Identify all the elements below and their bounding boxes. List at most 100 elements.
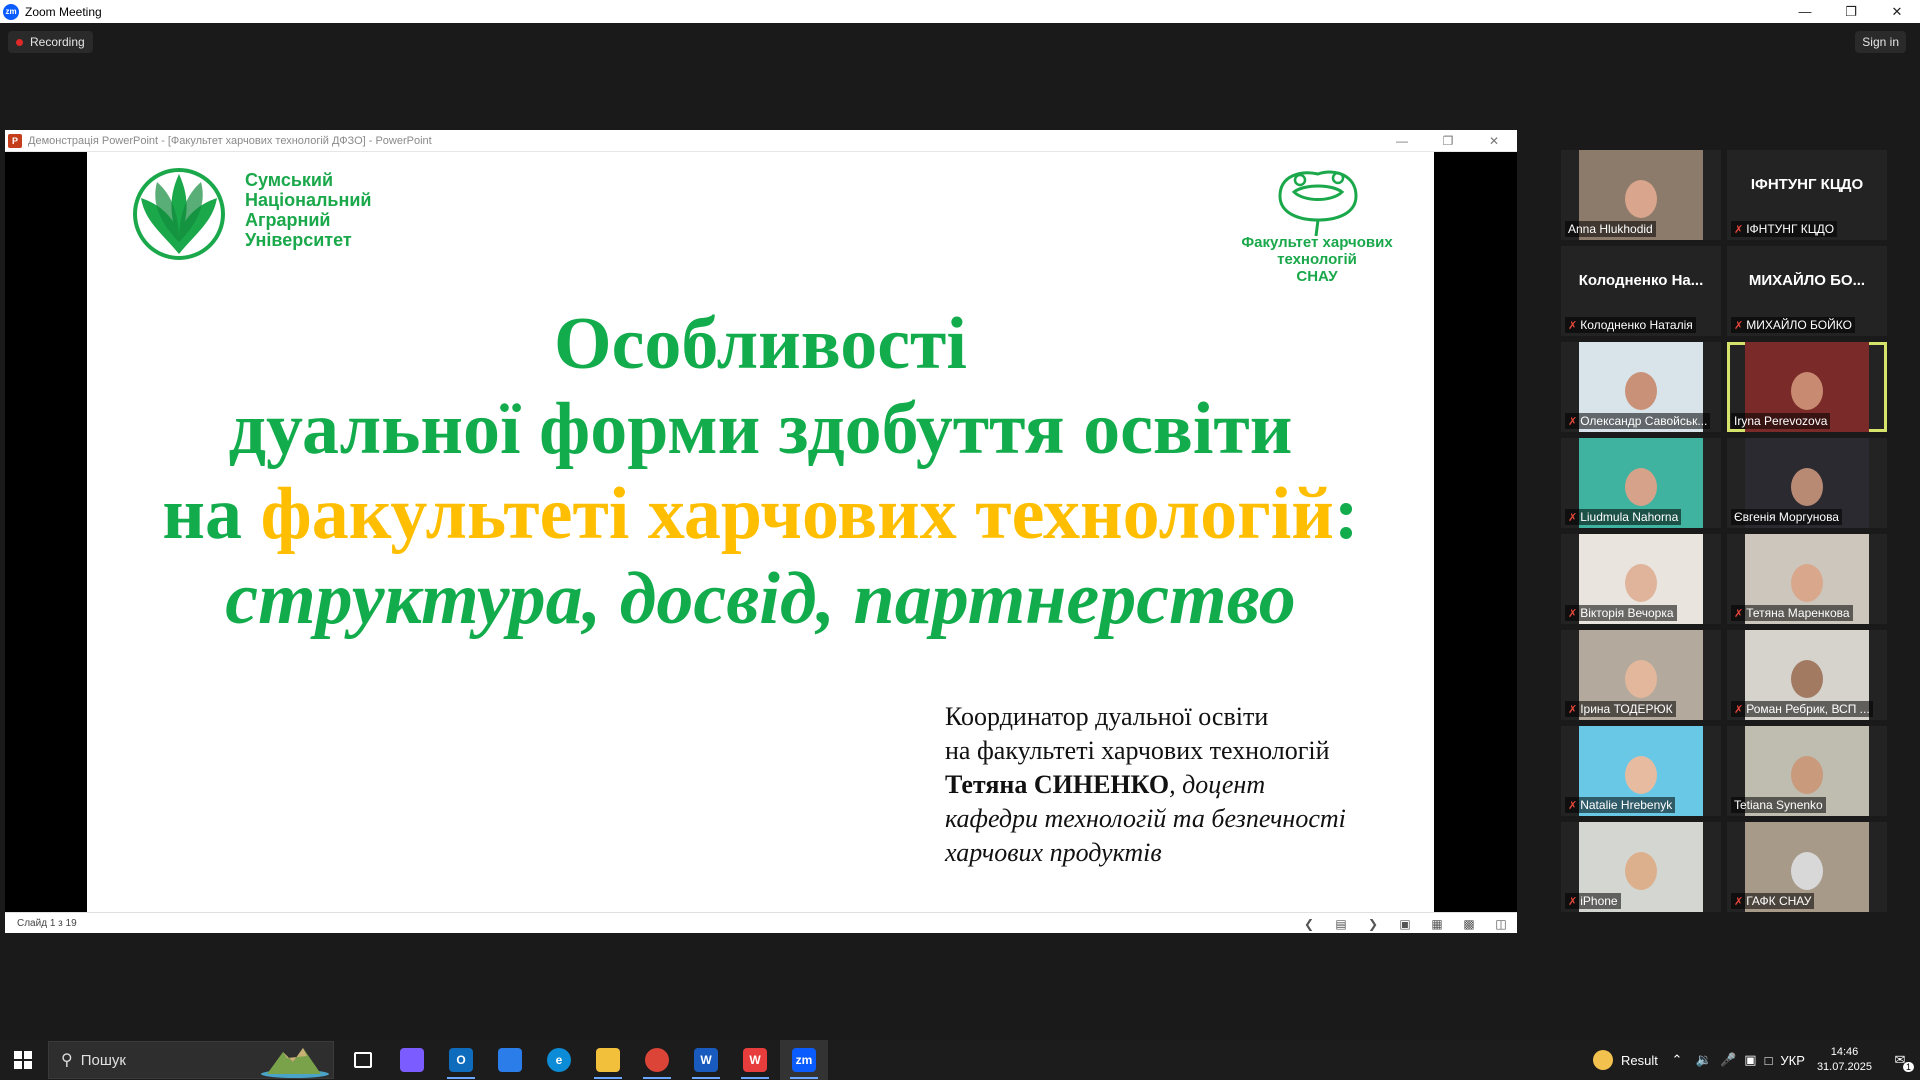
slide: Сумський Національний Аграрний Університ… xyxy=(87,152,1434,912)
ppt-statusbar: Слайд 1 з 19 ❮ ▤ ❯ ▣ ▦ ▩ ◫ xyxy=(5,912,1517,933)
participant-label: ✗ Вікторія Вечорка xyxy=(1565,605,1677,621)
store-icon xyxy=(498,1048,522,1072)
meet-icon[interactable]: ▣ xyxy=(1740,1040,1760,1080)
taskbar-copilot-button[interactable] xyxy=(388,1040,436,1080)
chrome-icon xyxy=(645,1048,669,1072)
previous-slide-icon[interactable]: ❮ xyxy=(1293,913,1325,934)
participant-label: Tetiana Synenko xyxy=(1731,797,1826,813)
mic-muted-icon: ✗ xyxy=(1734,607,1744,620)
participant-face xyxy=(1625,660,1657,698)
volume-icon[interactable]: 🔉 xyxy=(1692,1040,1716,1080)
ppt-restore-button[interactable]: ❐ xyxy=(1425,130,1471,152)
clock[interactable]: 14:46 31.07.2025 xyxy=(1809,1045,1880,1075)
taskbar-explorer-button[interactable] xyxy=(584,1040,632,1080)
search-input[interactable] xyxy=(80,1051,241,1069)
slide-counter: Слайд 1 з 19 xyxy=(17,917,77,929)
language-indicator[interactable]: УКР xyxy=(1776,1040,1809,1080)
participant-tile[interactable]: ІФНТУНГ КЦДО ✗ ІФНТУНГ КЦДО xyxy=(1727,150,1887,240)
taskbar-chrome-button[interactable] xyxy=(633,1040,681,1080)
participant-label: ✗ Тетяна Маренкова xyxy=(1731,605,1853,621)
ppt-close-button[interactable]: ✕ xyxy=(1471,130,1517,152)
restore-button[interactable]: ❐ xyxy=(1828,0,1874,23)
participant-name: Ірина ТОДЕРЮК xyxy=(1580,702,1673,716)
recording-indicator[interactable]: Recording xyxy=(8,31,93,53)
participant-name: Natalie Hrebenyk xyxy=(1580,798,1673,812)
network-icon[interactable]: □ xyxy=(1761,1040,1777,1080)
participant-tile[interactable]: ✗ ГАФК СНАУ xyxy=(1727,822,1887,912)
participant-name: Колодненко Наталія xyxy=(1580,318,1693,332)
next-slide-icon[interactable]: ❯ xyxy=(1357,913,1389,934)
sign-in-button[interactable]: Sign in xyxy=(1855,31,1906,53)
show-hidden-icons[interactable]: ⌃ xyxy=(1662,1040,1692,1080)
zoom-logo-icon: zm xyxy=(3,3,19,20)
zoom-app: zm Zoom Meeting — ❐ ✕ Recording Sign in … xyxy=(0,0,1920,1080)
slide-menu-icon[interactable]: ▤ xyxy=(1325,913,1357,934)
participant-name: Anna Hlukhodid xyxy=(1568,222,1653,236)
university-name: Сумський Національний Аграрний Університ… xyxy=(245,170,372,250)
participant-label: ✗ ГАФК СНАУ xyxy=(1731,893,1815,909)
participant-tile[interactable]: Tetiana Synenko xyxy=(1727,726,1887,816)
participant-tile[interactable]: ✗ Тетяна Маренкова xyxy=(1727,534,1887,624)
mic-muted-icon: ✗ xyxy=(1568,415,1578,428)
recording-dot-icon xyxy=(16,38,23,46)
participant-tile[interactable]: ✗ Natalie Hrebenyk xyxy=(1561,726,1721,816)
start-button[interactable] xyxy=(0,1040,46,1080)
participant-face xyxy=(1791,564,1823,602)
participant-label: Iryna Perevozova xyxy=(1731,413,1831,429)
participant-tile[interactable]: Anna Hlukhodid xyxy=(1561,150,1721,240)
microphone-icon[interactable]: 🎤 xyxy=(1716,1040,1740,1080)
participant-label: ✗ ІФНТУНГ КЦДО xyxy=(1731,221,1838,237)
participant-label: ✗ iPhone xyxy=(1565,893,1621,909)
participant-label: Євгенія Моргунова xyxy=(1731,509,1842,525)
participant-face xyxy=(1625,756,1657,794)
participant-name: ІФНТУНГ КЦДО xyxy=(1746,222,1835,236)
mic-muted-icon: ✗ xyxy=(1734,895,1744,908)
system-tray: Result ⌃ 🔉 🎤 ▣ □ УКР 14:46 31.07.2025 ✉ 1 xyxy=(1589,1040,1920,1080)
taskbar-store-button[interactable] xyxy=(486,1040,534,1080)
taskbar-search[interactable]: ⚲ xyxy=(48,1041,334,1079)
word-icon: W xyxy=(694,1048,718,1072)
taskbar-wps-button[interactable]: W xyxy=(731,1040,779,1080)
minimize-button[interactable]: — xyxy=(1782,0,1828,23)
mic-muted-icon: ✗ xyxy=(1568,511,1578,524)
participant-tile[interactable]: Iryna Perevozova xyxy=(1727,342,1887,432)
participant-label: ✗ Ірина ТОДЕРЮК xyxy=(1565,701,1676,717)
ppt-minimize-button[interactable]: — xyxy=(1379,130,1425,152)
taskbar-edge-button[interactable]: e xyxy=(535,1040,583,1080)
taskbar-task-view-button[interactable] xyxy=(339,1040,387,1080)
participant-tile[interactable]: МИХАЙЛО БО... ✗ МИХАЙЛО БОЙКО xyxy=(1727,246,1887,336)
participant-face xyxy=(1791,468,1823,506)
copilot-icon xyxy=(400,1048,424,1072)
participant-label: ✗ Колодненко Наталія xyxy=(1565,317,1696,333)
participant-label: ✗ Роман Ребрик, ВСП ... xyxy=(1731,701,1873,717)
coordinator-info: Координатор дуальної освіти на факультет… xyxy=(945,702,1346,867)
participant-tile[interactable]: ✗ Олександр Савойськ... xyxy=(1561,342,1721,432)
participant-tile[interactable]: ✗ Ірина ТОДЕРЮК xyxy=(1561,630,1721,720)
slide-sorter-icon[interactable]: ▦ xyxy=(1421,913,1453,934)
participant-tile[interactable]: ✗ iPhone xyxy=(1561,822,1721,912)
participant-face xyxy=(1791,372,1823,410)
faculty-name: Факультет харчових технологій СНАУ xyxy=(1241,234,1393,285)
reading-view-icon[interactable]: ▩ xyxy=(1453,913,1485,934)
participant-label: ✗ Олександр Савойськ... xyxy=(1565,413,1711,429)
weather-widget[interactable]: Result xyxy=(1589,1040,1662,1080)
taskbar-outlook-button[interactable]: O xyxy=(437,1040,485,1080)
wps-icon: W xyxy=(743,1048,767,1072)
slideshow-icon[interactable]: ◫ xyxy=(1485,913,1517,934)
recording-label: Recording xyxy=(30,35,85,49)
participant-name-display: Колодненко На... xyxy=(1578,272,1704,289)
notifications-icon[interactable]: ✉ 1 xyxy=(1880,1040,1920,1080)
participant-tile[interactable]: Євгенія Моргунова xyxy=(1727,438,1887,528)
close-button[interactable]: ✕ xyxy=(1874,0,1920,23)
taskbar-word-button[interactable]: W xyxy=(682,1040,730,1080)
normal-view-icon[interactable]: ▣ xyxy=(1389,913,1421,934)
taskbar-zoom-button[interactable]: zm xyxy=(780,1040,828,1080)
participant-tile[interactable]: ✗ Роман Ребрик, ВСП ... xyxy=(1727,630,1887,720)
participant-tile[interactable]: ✗ Liudmula Nahorna xyxy=(1561,438,1721,528)
participant-tile[interactable]: Колодненко На... ✗ Колодненко Наталія xyxy=(1561,246,1721,336)
participant-name: iPhone xyxy=(1580,894,1618,908)
powerpoint-icon: P xyxy=(8,133,22,148)
mic-muted-icon: ✗ xyxy=(1568,895,1578,908)
search-icon: ⚲ xyxy=(61,1052,73,1069)
participant-tile[interactable]: ✗ Вікторія Вечорка xyxy=(1561,534,1721,624)
